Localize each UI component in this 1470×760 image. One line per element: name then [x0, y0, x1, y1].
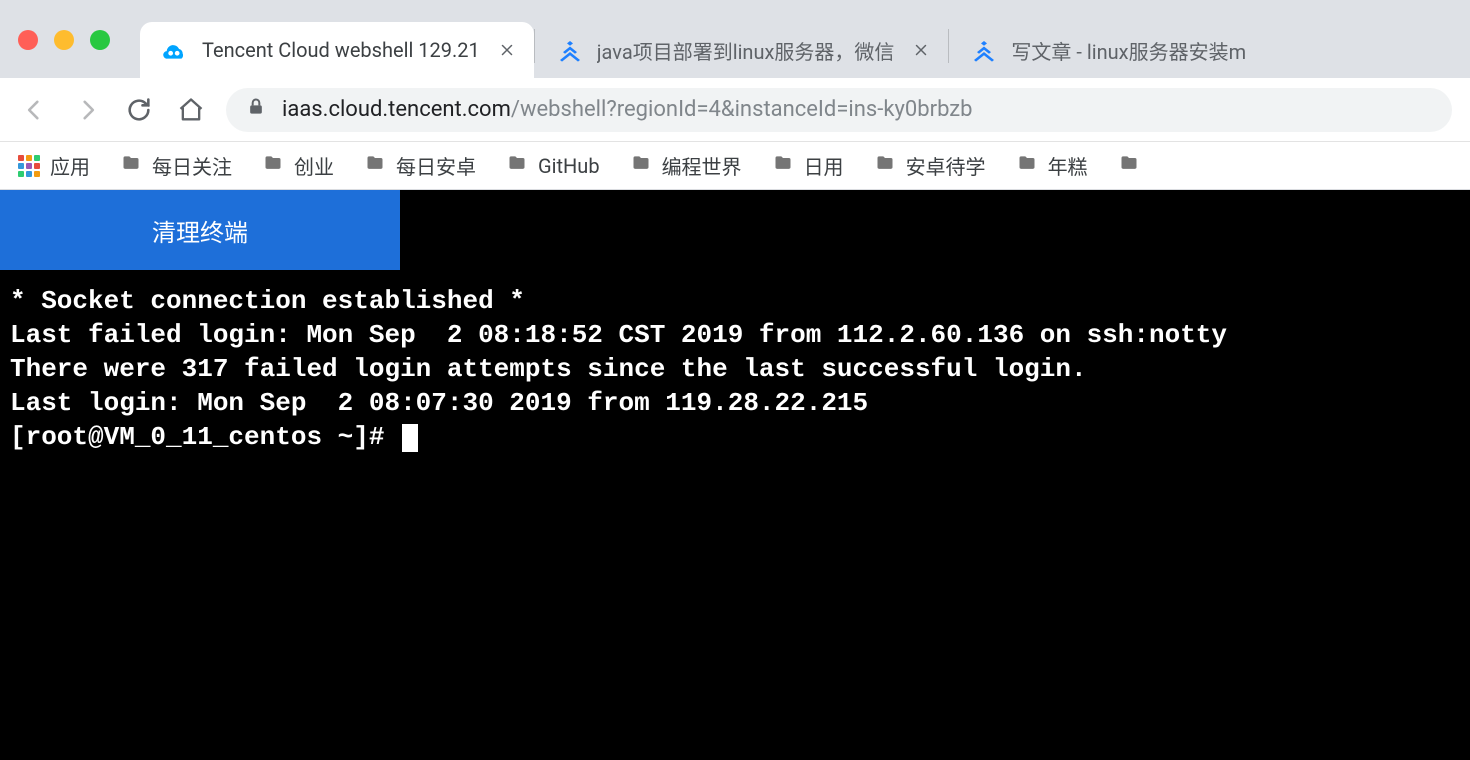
juejin-icon [971, 37, 997, 63]
clear-terminal-button[interactable]: 清理终端 [0, 190, 400, 270]
juejin-icon [557, 37, 583, 63]
tab-label: 写文章 - linux服务器安装m [1011, 36, 1246, 65]
bookmarks-bar: 应用 每日关注 创业 每日安卓 GitHub 编程世界 日用 安卓待学 年糕 [0, 142, 1470, 190]
folder-icon [1118, 153, 1140, 178]
window-controls [18, 30, 110, 50]
tab-label: Tencent Cloud webshell 129.21 [202, 38, 480, 62]
tencent-cloud-icon [162, 37, 188, 63]
url-text: iaas.cloud.tencent.com/webshell?regionId… [282, 97, 973, 122]
bookmark-folder[interactable]: 编程世界 [630, 151, 742, 180]
bookmark-folder[interactable]: 每日安卓 [364, 151, 476, 180]
close-window-button[interactable] [18, 30, 38, 50]
bookmark-folder[interactable]: 年糕 [1016, 151, 1088, 180]
url-path: /webshell?regionId=4&instanceId=ins-ky0b… [511, 97, 973, 122]
apps-grid-icon [18, 155, 40, 177]
bookmark-folder-more[interactable] [1118, 153, 1140, 178]
webshell-toolbar: 清理终端 [0, 190, 1470, 270]
bookmark-label: 年糕 [1048, 151, 1088, 180]
bookmark-label: 每日安卓 [396, 151, 476, 180]
clear-terminal-label: 清理终端 [152, 213, 248, 248]
bookmark-label: GitHub [538, 154, 600, 178]
bookmark-folder[interactable]: 安卓待学 [874, 151, 986, 180]
folder-icon [1016, 153, 1038, 178]
terminal-line: There were 317 failed login attempts sin… [10, 354, 1087, 384]
terminal-prompt: [root@VM_0_11_centos ~]# [10, 422, 384, 452]
folder-icon [506, 153, 528, 178]
bookmark-label: 日用 [804, 151, 844, 180]
apps-label: 应用 [50, 151, 90, 180]
tab-tencent-webshell[interactable]: Tencent Cloud webshell 129.21 [140, 22, 534, 78]
folder-icon [262, 153, 284, 178]
bookmark-label: 创业 [294, 151, 334, 180]
tab-write-article[interactable]: 写文章 - linux服务器安装m [949, 22, 1264, 78]
bookmark-folder[interactable]: 每日关注 [120, 151, 232, 180]
bookmark-label: 安卓待学 [906, 151, 986, 180]
bookmark-folder[interactable]: 创业 [262, 151, 334, 180]
folder-icon [772, 153, 794, 178]
bookmark-folder[interactable]: 日用 [772, 151, 844, 180]
reload-button[interactable] [122, 93, 156, 127]
bookmark-folder[interactable]: GitHub [506, 153, 600, 178]
tab-java-deploy-article[interactable]: java项目部署到linux服务器，微信 [535, 22, 949, 78]
apps-shortcut[interactable]: 应用 [18, 151, 90, 180]
minimize-window-button[interactable] [54, 30, 74, 50]
folder-icon [630, 153, 652, 178]
close-tab-icon[interactable] [912, 41, 930, 59]
tab-label: java项目部署到linux服务器，微信 [597, 36, 895, 65]
bookmark-label: 编程世界 [662, 151, 742, 180]
folder-icon [364, 153, 386, 178]
browser-toolbar: iaas.cloud.tencent.com/webshell?regionId… [0, 78, 1470, 142]
tabs-container: Tencent Cloud webshell 129.21 java项目部署到l… [140, 18, 1264, 78]
maximize-window-button[interactable] [90, 30, 110, 50]
terminal-line: Last login: Mon Sep 2 08:07:30 2019 from… [10, 388, 868, 418]
folder-icon [874, 153, 896, 178]
terminal-cursor [402, 424, 418, 452]
folder-icon [120, 153, 142, 178]
back-button[interactable] [18, 93, 52, 127]
forward-button[interactable] [70, 93, 104, 127]
lock-icon [246, 97, 266, 123]
bookmark-label: 每日关注 [152, 151, 232, 180]
home-button[interactable] [174, 93, 208, 127]
address-bar[interactable]: iaas.cloud.tencent.com/webshell?regionId… [226, 88, 1452, 132]
terminal[interactable]: * Socket connection established * Last f… [0, 270, 1470, 760]
close-tab-icon[interactable] [498, 41, 516, 59]
browser-tab-strip: Tencent Cloud webshell 129.21 java项目部署到l… [0, 0, 1470, 78]
url-host: iaas.cloud.tencent.com [282, 97, 511, 122]
terminal-line: * Socket connection established * [10, 286, 525, 316]
terminal-line: Last failed login: Mon Sep 2 08:18:52 CS… [10, 320, 1227, 350]
